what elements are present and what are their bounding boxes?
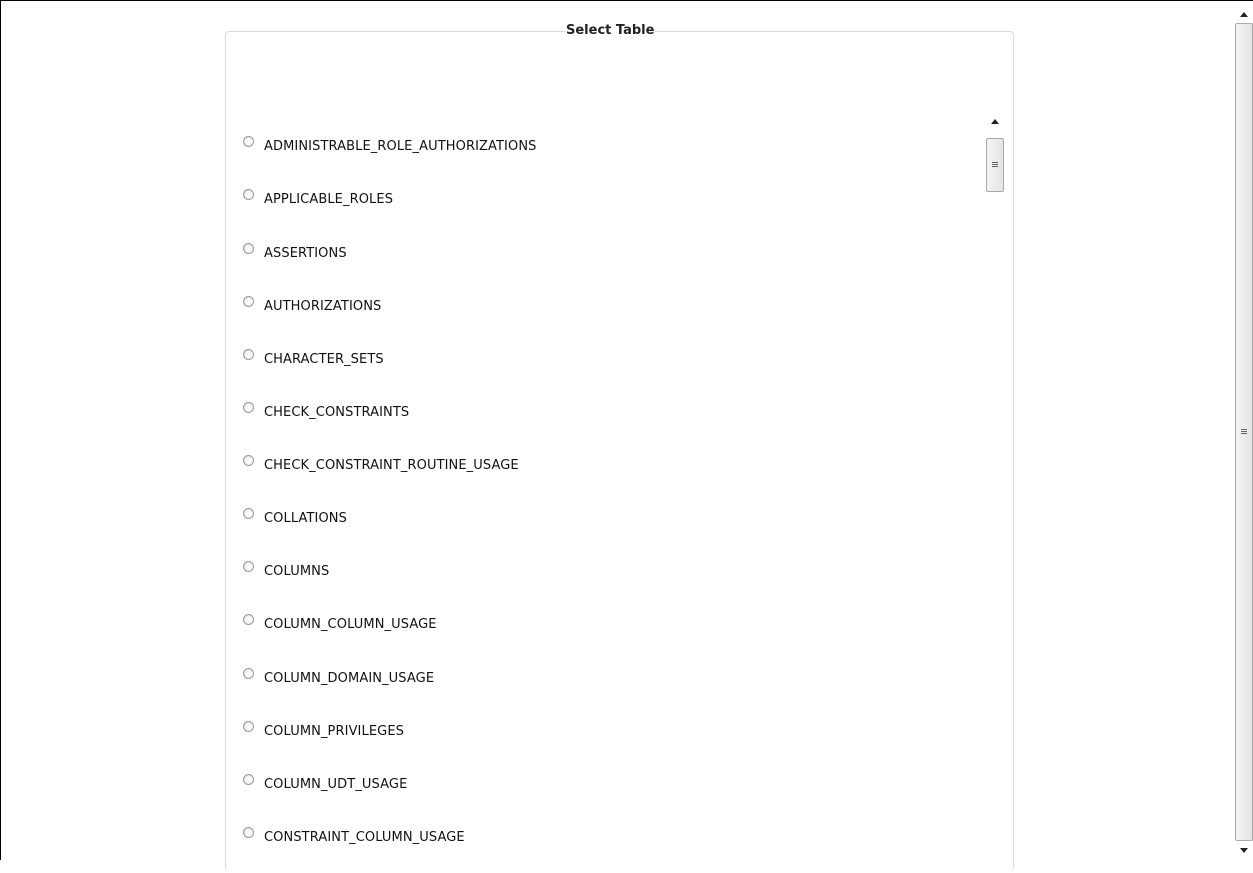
page-scrollbar-thumb[interactable] xyxy=(1235,23,1253,841)
table-option-label: APPLICABLE_ROLES xyxy=(264,191,394,207)
table-option[interactable]: COLUMN_COLUMN_USAGE xyxy=(243,613,437,635)
radio-button[interactable] xyxy=(243,349,254,360)
table-option[interactable]: ASSERTIONS xyxy=(243,242,347,264)
radio-button[interactable] xyxy=(243,614,254,625)
table-option[interactable]: CONSTRAINT_COLUMN_USAGE xyxy=(243,826,465,848)
radio-button[interactable] xyxy=(243,827,254,838)
table-option[interactable]: COLUMN_PRIVILEGES xyxy=(243,720,404,742)
table-option[interactable]: APPLICABLE_ROLES xyxy=(243,188,393,210)
table-option[interactable]: COLUMN_UDT_USAGE xyxy=(243,773,407,795)
table-option[interactable]: COLUMNS xyxy=(243,560,329,582)
table-option[interactable]: COLUMN_DOMAIN_USAGE xyxy=(243,667,434,689)
radio-button[interactable] xyxy=(243,668,254,679)
list-scrollbar[interactable] xyxy=(985,113,1005,873)
table-option[interactable]: COLLATIONS xyxy=(243,507,347,529)
radio-button[interactable] xyxy=(243,721,254,732)
radio-button[interactable] xyxy=(243,402,254,413)
panel-legend: Select Table xyxy=(565,23,656,39)
scroll-down-arrow-icon[interactable] xyxy=(1234,842,1253,858)
grip-icon xyxy=(992,162,998,168)
table-option-label: CHARACTER_SETS xyxy=(264,351,384,367)
page-frame: Select Table ADMINISTRABLE_ROLE_AUTHORIZ… xyxy=(0,0,1253,873)
table-option-label: COLLATIONS xyxy=(264,510,347,526)
radio-button[interactable] xyxy=(243,508,254,519)
table-option-label: COLUMN_DOMAIN_USAGE xyxy=(264,670,435,686)
table-option-label: CONSTRAINT_COLUMN_USAGE xyxy=(264,829,465,845)
table-option-label: COLUMN_UDT_USAGE xyxy=(264,776,408,792)
table-option-label: AUTHORIZATIONS xyxy=(264,298,382,314)
table-radio-list[interactable]: ADMINISTRABLE_ROLE_AUTHORIZATIONS APPLIC… xyxy=(226,110,1006,870)
radio-button[interactable] xyxy=(243,774,254,785)
radio-button[interactable] xyxy=(243,296,254,307)
page-scrollbar[interactable] xyxy=(1234,2,1253,861)
table-option[interactable]: CHECK_CONSTRAINT_ROUTINE_USAGE xyxy=(243,454,519,476)
scroll-up-arrow-icon[interactable] xyxy=(1234,6,1253,22)
table-option-label: ASSERTIONS xyxy=(264,245,347,261)
table-option-label: ADMINISTRABLE_ROLE_AUTHORIZATIONS xyxy=(264,138,537,154)
table-option-label: COLUMN_PRIVILEGES xyxy=(264,723,404,739)
grip-icon xyxy=(1241,429,1247,435)
table-option[interactable]: AUTHORIZATIONS xyxy=(243,295,381,317)
table-option-label: COLUMNS xyxy=(264,563,330,579)
radio-button[interactable] xyxy=(243,561,254,572)
table-option[interactable]: CHECK_CONSTRAINTS xyxy=(243,401,409,423)
table-option-label: CHECK_CONSTRAINTS xyxy=(264,404,410,420)
table-option[interactable]: ADMINISTRABLE_ROLE_AUTHORIZATIONS xyxy=(243,135,537,157)
table-option-label: CHECK_CONSTRAINT_ROUTINE_USAGE xyxy=(264,457,519,473)
radio-button[interactable] xyxy=(243,455,254,466)
table-option[interactable]: CHARACTER_SETS xyxy=(243,348,384,370)
radio-button[interactable] xyxy=(243,136,254,147)
select-table-panel: Select Table ADMINISTRABLE_ROLE_AUTHORIZ… xyxy=(225,23,1014,873)
scroll-up-arrow-icon[interactable] xyxy=(985,113,1005,129)
radio-button[interactable] xyxy=(243,243,254,254)
list-scrollbar-thumb[interactable] xyxy=(986,138,1004,192)
table-option-label: COLUMN_COLUMN_USAGE xyxy=(264,616,437,632)
radio-button[interactable] xyxy=(243,189,254,200)
